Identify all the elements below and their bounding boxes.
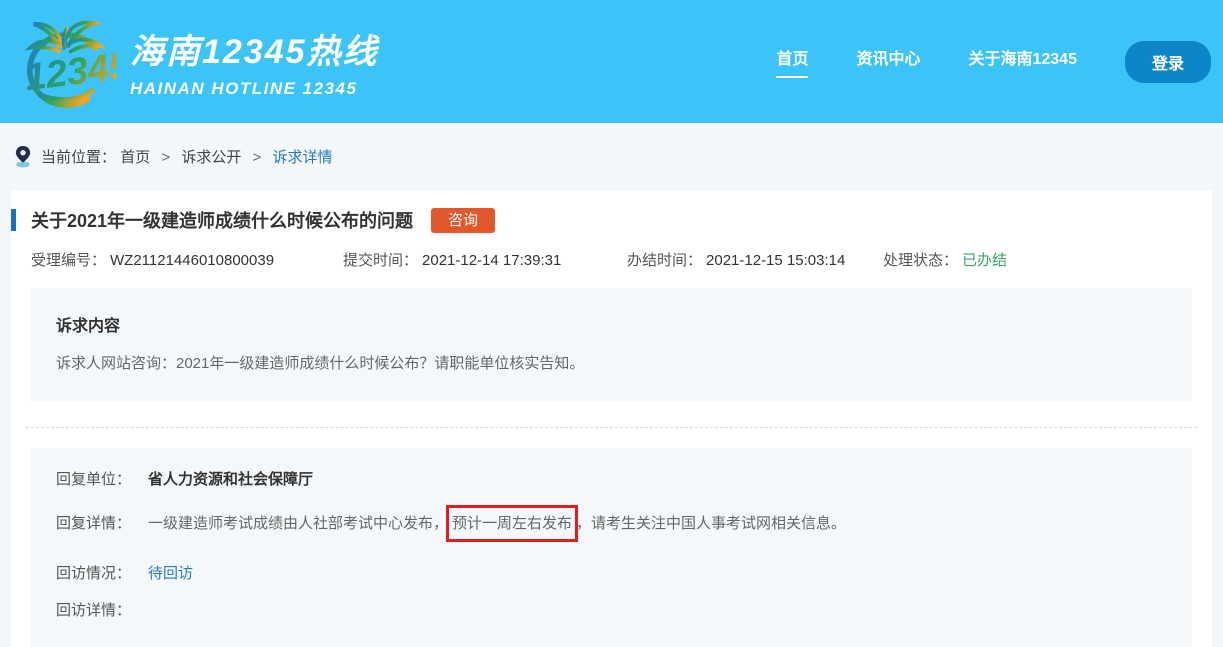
meta-label: 办结时间： bbox=[627, 252, 702, 269]
reply-detail-row: 回复详情： 一级建造师考试成绩由人社部考试中心发布，预计一周左右发布，请考生关注… bbox=[56, 505, 1167, 542]
site-header: 12345 海南12345热线 HAINAN HOTLINE 12345 首页 … bbox=[0, 0, 1223, 123]
status-badge: 已办结 bbox=[962, 252, 1007, 269]
visit-detail-row: 回访详情： bbox=[56, 600, 1167, 621]
title-accent-bar bbox=[11, 209, 16, 231]
ticket-meta-row: 受理编号：WZ21121446010800039 提交时间：2021-12-14… bbox=[11, 233, 1212, 270]
meta-label: 提交时间： bbox=[343, 252, 418, 269]
breadcrumb-text: 当前位置： 首页 > 诉求公开 > 诉求详情 bbox=[41, 146, 332, 167]
breadcrumb-item-appeals[interactable]: 诉求公开 bbox=[181, 149, 241, 166]
category-badge: 咨询 bbox=[431, 208, 495, 233]
reply-detail-pre: 一级建造师考试成绩由人社部考试中心发布， bbox=[148, 515, 448, 532]
meta-case-number: 受理编号：WZ21121446010800039 bbox=[31, 249, 343, 270]
breadcrumb-separator: > bbox=[161, 149, 170, 166]
visit-status-label: 回访情况： bbox=[56, 563, 148, 584]
reply-box: 回复单位： 省人力资源和社会保障厅 回复详情： 一级建造师考试成绩由人社部考试中… bbox=[31, 448, 1192, 647]
appeal-content-heading: 诉求内容 bbox=[56, 312, 1167, 336]
visit-detail-label: 回访详情： bbox=[56, 600, 148, 621]
meta-value: 2021-12-15 15:03:14 bbox=[706, 252, 845, 269]
meta-label: 受理编号： bbox=[31, 252, 106, 269]
breadcrumb-item-home[interactable]: 首页 bbox=[120, 149, 150, 166]
nav-item-news-center[interactable]: 资讯中心 bbox=[856, 45, 920, 78]
reply-unit-label: 回复单位： bbox=[56, 469, 148, 490]
meta-value: WZ21121446010800039 bbox=[110, 252, 274, 269]
reply-detail-value: 一级建造师考试成绩由人社部考试中心发布，预计一周左右发布，请考生关注中国人事考试… bbox=[148, 505, 846, 542]
palm-tree-logo-icon: 12345 bbox=[12, 9, 116, 115]
breadcrumb-separator: > bbox=[253, 149, 262, 166]
visit-status-row: 回访情况： 待回访 bbox=[56, 563, 1167, 584]
meta-value: 2021-12-14 17:39:31 bbox=[422, 252, 561, 269]
nav-item-about[interactable]: 关于海南12345 bbox=[968, 45, 1077, 78]
site-title: 海南12345热线 bbox=[130, 24, 379, 73]
breadcrumb-item-detail[interactable]: 诉求详情 bbox=[272, 149, 332, 166]
meta-close-time: 办结时间：2021-12-15 15:03:14 bbox=[627, 249, 883, 270]
breadcrumb-prefix: 当前位置： bbox=[41, 149, 116, 166]
dashed-divider bbox=[26, 427, 1197, 428]
appeal-content-body: 诉求人网站咨询：2021年一级建造师成绩什么时候公布？请职能单位核实告知。 bbox=[56, 353, 1167, 375]
site-subtitle: HAINAN HOTLINE 12345 bbox=[130, 79, 379, 99]
reply-unit-value: 省人力资源和社会保障厅 bbox=[148, 469, 313, 490]
appeal-content-box: 诉求内容 诉求人网站咨询：2021年一级建造师成绩什么时候公布？请职能单位核实告… bbox=[31, 288, 1192, 401]
login-button[interactable]: 登录 bbox=[1125, 41, 1211, 83]
main-nav: 首页 资讯中心 关于海南12345 登录 bbox=[776, 0, 1213, 123]
reply-detail-label: 回复详情： bbox=[56, 513, 148, 534]
highlight-annotation: 预计一周左右发布 bbox=[446, 505, 578, 542]
ticket-title-row: 关于2021年一级建造师成绩什么时候公布的问题 咨询 bbox=[11, 190, 1212, 233]
meta-submit-time: 提交时间：2021-12-14 17:39:31 bbox=[343, 249, 627, 270]
meta-label: 处理状态： bbox=[883, 252, 958, 269]
meta-status: 处理状态：已办结 bbox=[883, 249, 1007, 270]
breadcrumb: 当前位置： 首页 > 诉求公开 > 诉求详情 bbox=[0, 123, 1223, 190]
ticket-card: 关于2021年一级建造师成绩什么时候公布的问题 咨询 受理编号：WZ211214… bbox=[11, 190, 1212, 647]
nav-item-home[interactable]: 首页 bbox=[776, 45, 808, 78]
visit-status-value: 待回访 bbox=[148, 563, 193, 584]
reply-detail-post: ，请考生关注中国人事考试网相关信息。 bbox=[576, 515, 846, 532]
location-pin-icon bbox=[14, 145, 32, 168]
reply-unit-row: 回复单位： 省人力资源和社会保障厅 bbox=[56, 469, 1167, 490]
ticket-title: 关于2021年一级建造师成绩什么时候公布的问题 bbox=[31, 207, 413, 233]
brand-block: 海南12345热线 HAINAN HOTLINE 12345 bbox=[130, 24, 379, 99]
